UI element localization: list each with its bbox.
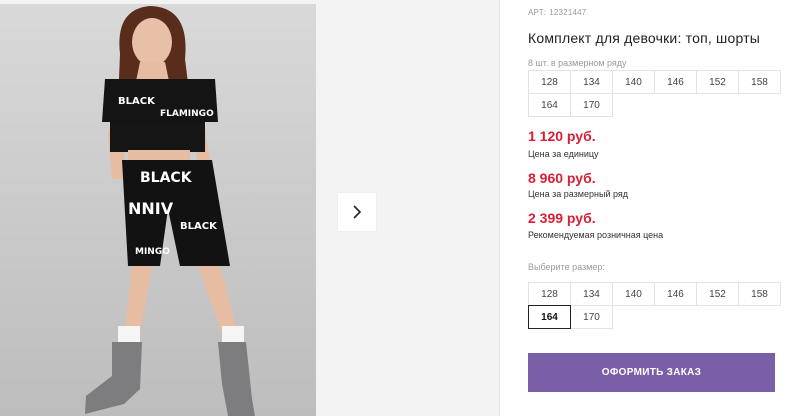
size-option-134[interactable]: 134: [570, 282, 613, 306]
size-option-152[interactable]: 152: [696, 282, 739, 306]
product-title: Комплект для девочки: топ, шорты: [528, 30, 760, 46]
size-row-item: 128: [528, 70, 571, 94]
article-number: АРТ: 12321447: [528, 8, 586, 17]
product-gallery: BLACK FLAMINGO BLACK NNIV MINGO BLACK: [0, 0, 500, 416]
size-row-item: 164: [528, 93, 571, 117]
chevron-right-icon: [353, 205, 362, 219]
size-row-item: 134: [570, 70, 613, 94]
size-option-170[interactable]: 170: [570, 305, 613, 329]
size-option-164[interactable]: 164: [528, 305, 571, 329]
size-row-item: 146: [654, 70, 697, 94]
size-row-item: 140: [612, 70, 655, 94]
size-row-caption: 8 шт. в размерном ряду: [528, 58, 627, 68]
model-illustration: BLACK FLAMINGO BLACK NNIV MINGO BLACK: [85, 6, 255, 416]
retail-price: 2 399 руб.: [528, 210, 596, 226]
size-option-140[interactable]: 140: [612, 282, 655, 306]
size-select-caption: Выберите размер:: [528, 262, 605, 272]
size-row-item: 158: [738, 70, 781, 94]
row-price: 8 960 руб.: [528, 170, 596, 186]
place-order-button[interactable]: ОФОРМИТЬ ЗАКАЗ: [528, 353, 775, 392]
unit-price-label: Цена за единицу: [528, 149, 599, 159]
size-row-item: 152: [696, 70, 739, 94]
size-option-128[interactable]: 128: [528, 282, 571, 306]
size-option-158[interactable]: 158: [738, 282, 781, 306]
size-select-grid: 128 134 140 146 152 158 164 170: [528, 282, 781, 329]
next-image-button[interactable]: [338, 193, 376, 231]
article-value: 12321447: [549, 8, 587, 17]
row-price-label: Цена за размерный ряд: [528, 189, 629, 199]
unit-price: 1 120 руб.: [528, 128, 596, 144]
retail-price-label: Рекомендуемая розничная цена: [528, 230, 664, 240]
svg-text:BLACK: BLACK: [180, 221, 218, 232]
svg-text:MINGO: MINGO: [135, 247, 170, 257]
size-row-grid: 128 134 140 146 152 158 164 170: [528, 70, 781, 117]
size-row-item: 170: [570, 93, 613, 117]
product-photo[interactable]: BLACK FLAMINGO BLACK NNIV MINGO BLACK: [0, 4, 316, 416]
svg-text:NNIV: NNIV: [128, 199, 174, 218]
article-label: АРТ:: [528, 8, 547, 17]
svg-text:BLACK: BLACK: [118, 96, 156, 107]
svg-text:BLACK: BLACK: [140, 170, 193, 186]
size-option-146[interactable]: 146: [654, 282, 697, 306]
svg-text:FLAMINGO: FLAMINGO: [160, 109, 214, 119]
